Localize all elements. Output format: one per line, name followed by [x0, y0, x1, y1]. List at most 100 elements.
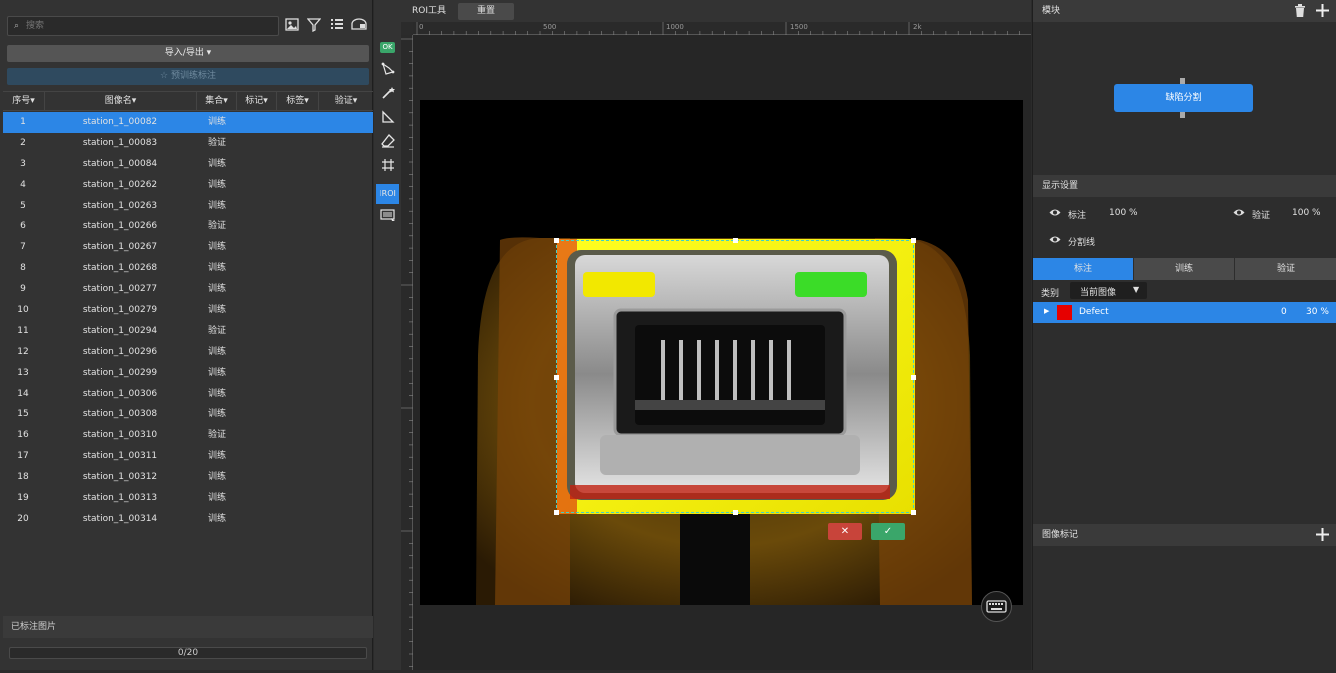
roi-cancel-button[interactable]: ✕ — [828, 523, 862, 540]
table-row[interactable]: 12 station_1_00296 训练 — [3, 342, 373, 363]
table-row[interactable]: 9 station_1_00277 训练 — [3, 279, 373, 300]
roi-handle-tl[interactable] — [554, 238, 559, 243]
display-settings-header: 显示设置 — [1033, 175, 1336, 197]
row-index: 3 — [20, 158, 26, 169]
row-set: 训练 — [207, 305, 226, 316]
tab-label[interactable]: 标注 — [1033, 258, 1133, 280]
ok-badge[interactable]: OK — [380, 42, 395, 53]
trash-icon[interactable] — [1294, 4, 1307, 18]
mask-tool-icon[interactable] — [376, 208, 399, 228]
roi-selection[interactable] — [554, 238, 916, 515]
defect-class-row[interactable]: ▶ Defect 0 30 % — [1033, 302, 1336, 323]
row-index: 9 — [20, 284, 26, 295]
table-row[interactable]: 7 station_1_00267 训练 — [3, 237, 373, 258]
row-index: 14 — [17, 388, 29, 399]
import-export-button[interactable]: 导入/导出 ▾ — [7, 45, 369, 62]
polygon-tool-icon[interactable] — [376, 62, 399, 82]
column-header-mark[interactable]: 标记▾ — [237, 92, 277, 111]
row-set: 训练 — [207, 284, 226, 295]
table-row[interactable]: 15 station_1_00308 训练 — [3, 404, 373, 425]
pretrain-label-button[interactable]: ☆ 预训练标注 — [7, 68, 369, 85]
row-image-name: station_1_00267 — [82, 242, 158, 253]
table-row[interactable]: 2 station_1_00083 验证 — [3, 133, 373, 154]
row-set: 训练 — [207, 409, 226, 420]
table-row[interactable]: 11 station_1_00294 验证 — [3, 321, 373, 342]
table-row[interactable]: 20 station_1_00314 训练 — [3, 509, 373, 530]
column-header-index[interactable]: 序号▾ — [3, 92, 45, 111]
column-header-set[interactable]: 集合▾ — [197, 92, 237, 111]
image-list-panel: ⌕ 导入/导出 ▾ ☆ 预训练标注 序号▾ 图像名▾ 集合▾ 标记▾ 标签▾ 验… — [0, 0, 373, 670]
image-canvas[interactable]: ✕ ✓ — [413, 35, 1031, 670]
row-index: 10 — [17, 305, 29, 316]
eye-icon-seg-line[interactable] — [1049, 235, 1061, 247]
defect-color-swatch[interactable] — [1057, 305, 1072, 320]
roi-handle-br[interactable] — [911, 510, 916, 515]
roi-handle-tr[interactable] — [911, 238, 916, 243]
filter-icon[interactable] — [306, 18, 322, 34]
row-set: 验证 — [207, 221, 226, 232]
row-index: 6 — [20, 221, 26, 232]
roi-handle-bl[interactable] — [554, 510, 559, 515]
label-visibility-pct[interactable]: 100 % — [1109, 208, 1138, 218]
table-row[interactable]: 18 station_1_00312 训练 — [3, 467, 373, 488]
column-header-tag[interactable]: 标签▾ — [277, 92, 319, 111]
table-row[interactable]: 13 station_1_00299 训练 — [3, 363, 373, 384]
keyboard-icon[interactable] — [981, 591, 1012, 622]
horizontal-ruler: 0 500 1000 1500 2k — [413, 22, 1031, 35]
roi-handle-mr[interactable] — [911, 375, 916, 380]
list-view-icon[interactable] — [329, 18, 345, 34]
search-input[interactable] — [26, 19, 266, 33]
node-port-bottom[interactable] — [1180, 112, 1185, 118]
table-row[interactable]: 14 station_1_00306 训练 — [3, 384, 373, 405]
row-image-name: station_1_00308 — [82, 409, 158, 420]
table-row[interactable]: 19 station_1_00313 训练 — [3, 488, 373, 509]
row-set: 训练 — [207, 388, 226, 399]
table-row[interactable]: 8 station_1_00268 训练 — [3, 258, 373, 279]
tab-verify[interactable]: 验证 — [1235, 258, 1336, 280]
row-index: 7 — [20, 242, 26, 253]
category-select-value: 当前图像 — [1080, 288, 1117, 298]
defect-class-name: Defect — [1079, 307, 1109, 317]
row-index: 11 — [17, 325, 29, 336]
verify-visibility-pct[interactable]: 100 % — [1292, 208, 1321, 218]
eye-icon-label[interactable] — [1049, 208, 1061, 220]
table-row[interactable]: 16 station_1_00310 验证 — [3, 425, 373, 446]
table-row[interactable]: 1 station_1_00082 训练 — [3, 112, 373, 133]
roi-handle-tm[interactable] — [733, 238, 738, 243]
eye-icon-verify[interactable] — [1233, 208, 1245, 220]
split-view-icon[interactable] — [351, 18, 367, 34]
roi-handle-ml[interactable] — [554, 375, 559, 380]
table-row[interactable]: 3 station_1_00084 训练 — [3, 154, 373, 175]
row-set: 训练 — [207, 513, 226, 524]
brush-tool-icon[interactable] — [376, 110, 399, 130]
table-row[interactable]: 6 station_1_00266 验证 — [3, 216, 373, 237]
row-set: 训练 — [207, 451, 226, 462]
table-row[interactable]: 4 station_1_00262 训练 — [3, 175, 373, 196]
module-node-defect-segmentation[interactable]: 缺陷分割 — [1114, 84, 1253, 112]
add-module-icon[interactable] — [1316, 4, 1329, 18]
table-row[interactable]: 10 station_1_00279 训练 — [3, 300, 373, 321]
label-visibility-name: 标注 — [1068, 211, 1087, 221]
expand-arrow-icon[interactable]: ▶ — [1044, 307, 1049, 315]
labeled-progress-bar: 0/20 — [9, 647, 367, 659]
eraser-icon[interactable] — [376, 134, 399, 154]
column-header-verify[interactable]: 验证▾ — [319, 92, 373, 111]
search-box[interactable]: ⌕ — [7, 16, 279, 36]
image-filter-icon[interactable] — [284, 18, 300, 34]
reset-button[interactable]: 重置 — [458, 3, 514, 20]
row-set: 训练 — [207, 367, 226, 378]
roi-tool-tab[interactable]: ROI工具 — [409, 3, 449, 20]
roi-tool-button[interactable]: ⁝ROI — [376, 184, 399, 204]
category-select[interactable]: 当前图像 ▼ — [1070, 282, 1147, 299]
tab-train[interactable]: 训练 — [1134, 258, 1234, 280]
roi-confirm-button[interactable]: ✓ — [871, 523, 905, 540]
column-header-name[interactable]: 图像名▾ — [45, 92, 197, 111]
row-image-name: station_1_00294 — [82, 325, 158, 336]
grid-tool-icon[interactable] — [376, 158, 399, 178]
table-row[interactable]: 5 station_1_00263 训练 — [3, 196, 373, 217]
defect-opacity[interactable]: 30 % — [1306, 307, 1329, 317]
add-mark-icon[interactable] — [1316, 528, 1329, 542]
roi-handle-bm[interactable] — [733, 510, 738, 515]
table-row[interactable]: 17 station_1_00311 训练 — [3, 446, 373, 467]
magic-wand-icon[interactable] — [376, 86, 399, 106]
